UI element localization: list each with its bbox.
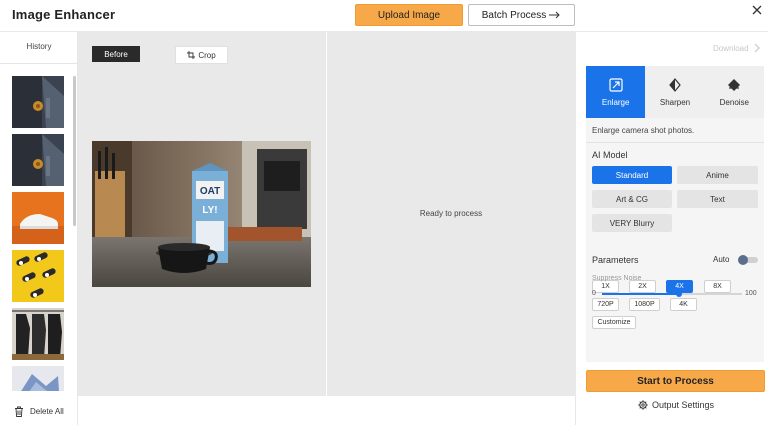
history-thumb-5[interactable] xyxy=(12,308,64,360)
download-button[interactable]: Download xyxy=(713,43,760,53)
sharpen-icon xyxy=(669,77,681,92)
suppress-noise-slider[interactable] xyxy=(602,291,742,297)
app-title: Image Enhancer xyxy=(12,7,116,22)
history-thumb-1[interactable] xyxy=(12,76,64,128)
source-photo: OAT LY! xyxy=(92,141,311,287)
denoise-icon xyxy=(728,78,741,91)
res-1080p-button[interactable]: 1080P xyxy=(629,298,660,311)
model-standard-button[interactable]: Standard xyxy=(592,166,672,184)
svg-text:LY!: LY! xyxy=(202,205,217,216)
res-720p-button[interactable]: 720P xyxy=(592,298,619,311)
crop-label: Crop xyxy=(198,50,216,60)
start-process-button[interactable]: Start to Process xyxy=(586,370,765,392)
title-bar: Image Enhancer Upload Image Batch Proces… xyxy=(0,0,768,32)
upload-image-button[interactable]: Upload Image xyxy=(355,4,463,26)
crop-button[interactable]: Crop xyxy=(175,46,228,64)
mode-description: Enlarge camera shot photos. xyxy=(592,126,695,135)
settings-panel: Download Enlarge Sharpen Denoise Enlarge… xyxy=(575,32,768,425)
before-preview-pane: Before Crop OAT LY! xyxy=(78,32,326,396)
output-settings-label: Output Settings xyxy=(652,400,715,410)
batch-process-label: Batch Process xyxy=(481,9,547,21)
history-thumbnails xyxy=(12,76,66,391)
start-process-label: Start to Process xyxy=(637,375,714,387)
output-settings-button[interactable]: Output Settings xyxy=(638,400,714,410)
svg-text:OAT: OAT xyxy=(200,186,220,197)
arrow-right-icon xyxy=(549,11,560,19)
scale-8x-button[interactable]: 8X xyxy=(704,280,731,293)
model-anime-button[interactable]: Anime xyxy=(677,166,758,184)
history-thumb-2[interactable] xyxy=(12,134,64,186)
mode-denoise-label: Denoise xyxy=(719,97,749,107)
mode-denoise[interactable]: Denoise xyxy=(705,66,764,118)
model-very-blurry-button[interactable]: VERY Blurry xyxy=(592,214,672,232)
parameters-label: Parameters xyxy=(592,255,639,265)
ai-model-label: AI Model xyxy=(592,150,628,160)
mode-sharpen-label: Sharpen xyxy=(659,97,691,107)
after-preview-pane: Ready to process xyxy=(327,32,575,396)
res-4k-button[interactable]: 4K xyxy=(670,298,697,311)
enlarge-settings: Enlarge camera shot photos. AI Model Sta… xyxy=(586,118,764,362)
history-label: History xyxy=(26,42,52,51)
close-icon[interactable] xyxy=(750,3,764,17)
before-badge: Before xyxy=(92,46,140,62)
download-label: Download xyxy=(713,43,749,53)
history-thumb-3[interactable] xyxy=(12,192,64,244)
delete-all-button[interactable]: Delete All xyxy=(14,406,64,417)
auto-toggle-knob xyxy=(738,255,748,265)
history-scrollbar[interactable] xyxy=(73,76,76,226)
history-sidebar: History Delete All xyxy=(0,32,78,425)
divider xyxy=(586,142,764,143)
history-thumb-6[interactable] xyxy=(12,366,64,391)
slider-fill xyxy=(602,293,679,295)
model-text-button[interactable]: Text xyxy=(677,190,758,208)
slider-max-label: 100 xyxy=(745,290,757,297)
auto-toggle[interactable] xyxy=(738,255,758,265)
divider xyxy=(0,63,78,64)
customize-button[interactable]: Customize xyxy=(592,316,636,329)
model-art-cg-button[interactable]: Art & CG xyxy=(592,190,672,208)
gear-icon xyxy=(638,400,648,410)
trash-icon xyxy=(15,406,23,417)
crop-icon xyxy=(187,51,196,59)
upload-image-label: Upload Image xyxy=(377,9,441,21)
canvas-footer xyxy=(78,396,575,425)
enlarge-icon xyxy=(609,77,623,92)
mode-enlarge-label: Enlarge xyxy=(601,97,630,107)
slider-min-label: 0 xyxy=(592,290,596,297)
batch-process-button[interactable]: Batch Process xyxy=(468,4,575,26)
ready-status: Ready to process xyxy=(419,209,483,218)
auto-label: Auto xyxy=(713,255,730,264)
mode-tabs: Enlarge Sharpen Denoise xyxy=(586,66,764,118)
chevron-right-icon xyxy=(754,43,760,53)
history-thumb-4[interactable] xyxy=(12,250,64,302)
mode-enlarge[interactable]: Enlarge xyxy=(586,66,646,118)
suppress-noise-label: Suppress Noise xyxy=(592,275,642,282)
slider-thumb[interactable] xyxy=(676,291,682,297)
mode-sharpen[interactable]: Sharpen xyxy=(645,66,704,118)
delete-all-label: Delete All xyxy=(30,407,64,416)
